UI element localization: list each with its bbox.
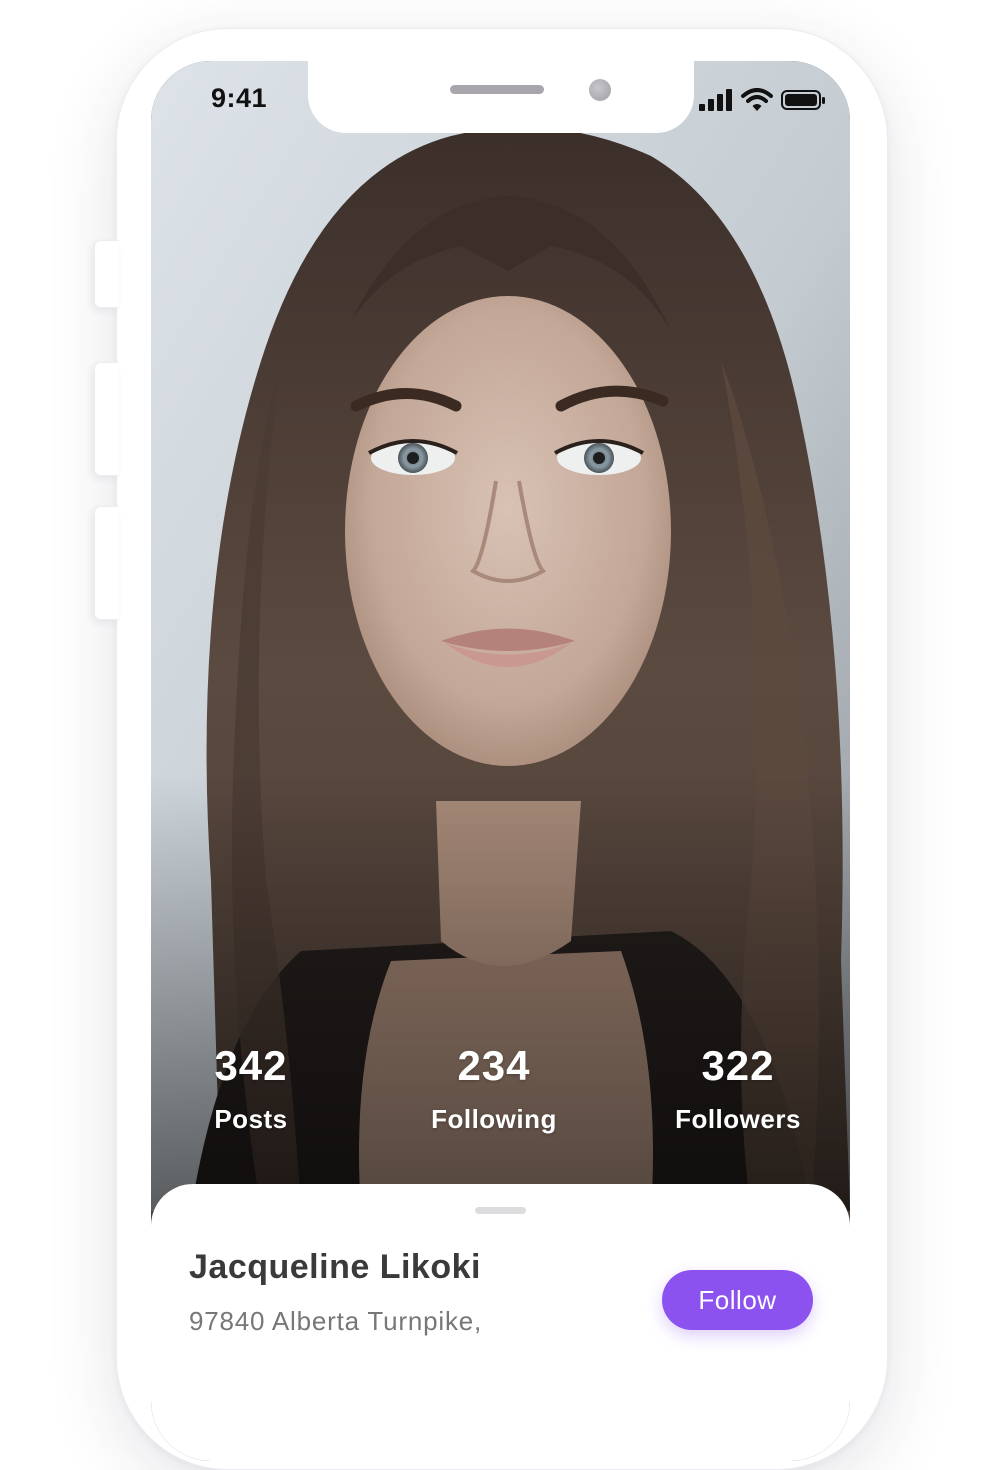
speaker-grille (450, 85, 544, 94)
stat-followers[interactable]: 322 Followers (638, 1036, 838, 1136)
stat-value: 322 (701, 1042, 775, 1089)
front-camera (589, 79, 611, 101)
profile-stats: 342 Posts 234 Following 322 Followers (151, 1036, 850, 1156)
stat-following[interactable]: 234 Following (394, 1036, 594, 1136)
stat-value: 342 (214, 1042, 288, 1089)
status-icons (699, 88, 829, 113)
wifi-icon (741, 88, 773, 111)
sheet-grabber[interactable] (475, 1207, 526, 1214)
profile-sheet: Jacqueline Likoki 97840 Alberta Turnpike… (151, 1184, 850, 1461)
volume-down-button (94, 506, 119, 620)
cellular-signal-icon (699, 89, 732, 111)
phone-screen: 9:41 342 Posts 234 Following 322 Followe… (151, 61, 850, 1461)
follow-button[interactable]: Follow (662, 1270, 813, 1330)
notch (308, 61, 694, 133)
mute-switch (94, 240, 119, 308)
stat-posts[interactable]: 342 Posts (151, 1036, 351, 1136)
status-time: 9:41 (211, 83, 268, 113)
volume-up-button (94, 362, 119, 476)
stat-label: Posts (214, 1104, 288, 1134)
stat-label: Following (431, 1104, 557, 1134)
profile-address: 97840 Alberta Turnpike, (189, 1306, 483, 1336)
stat-label: Followers (675, 1104, 801, 1134)
profile-name: Jacqueline Likoki (189, 1248, 481, 1286)
battery-icon (781, 90, 825, 110)
stat-value: 234 (457, 1042, 531, 1089)
